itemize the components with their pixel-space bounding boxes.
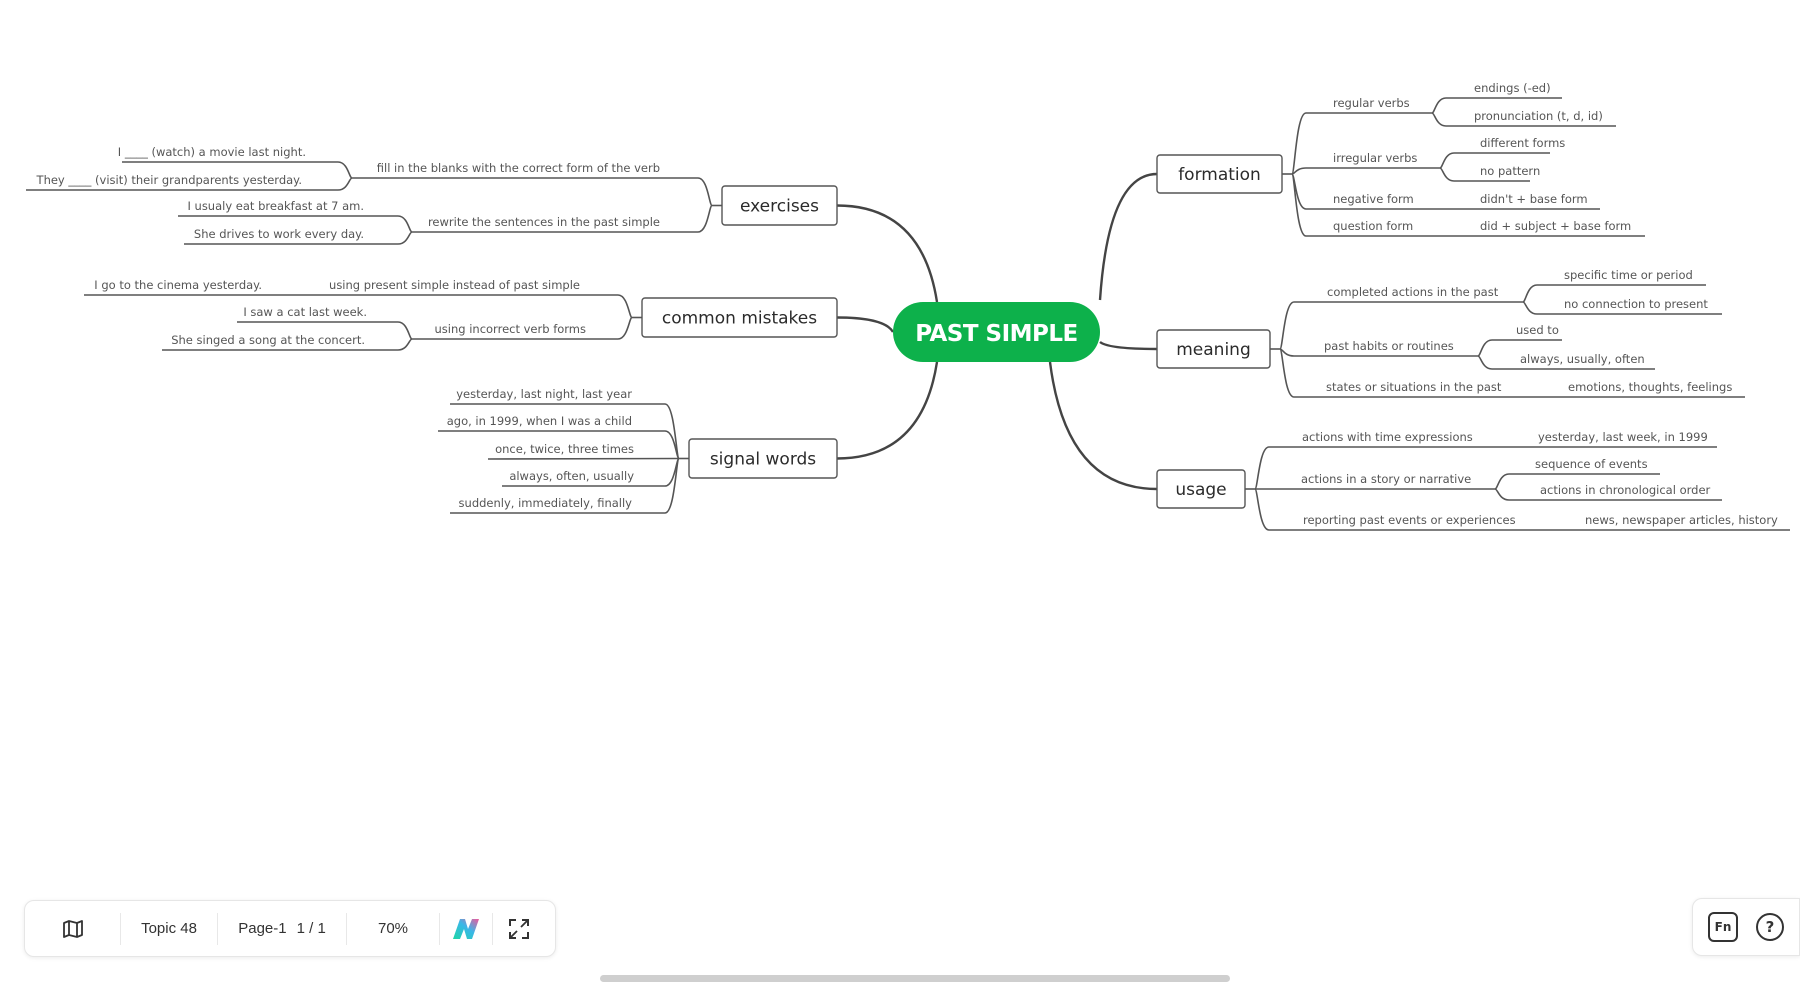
leaf-label: no pattern xyxy=(1480,164,1540,178)
zoom-level[interactable]: 70% xyxy=(347,901,439,956)
topic-usage[interactable]: usage xyxy=(1156,469,1246,509)
subtopic-label: irregular verbs xyxy=(1333,151,1417,165)
function-key-button[interactable]: Fn xyxy=(1708,912,1738,942)
main-branch-common-mistakes xyxy=(836,316,895,333)
leaf-label: yesterday, last week, in 1999 xyxy=(1538,430,1708,444)
help-button[interactable]: ? xyxy=(1756,913,1784,941)
subtopic-label: actions with time expressions xyxy=(1302,430,1473,444)
topic-common-mistakes[interactable]: common mistakes xyxy=(641,297,838,338)
subtopic-label: once, twice, three times xyxy=(495,442,634,456)
right-tools-panel: Fn ? xyxy=(1692,898,1800,956)
central-topic-label: PAST SIMPLE xyxy=(915,321,1078,347)
subtopic-label: reporting past events or experiences xyxy=(1303,513,1516,527)
nodes: formation regular verbs endings (-ed) pronu… xyxy=(36,81,1779,527)
subtopic-label: always, often, usually xyxy=(509,469,634,483)
topic-label: meaning xyxy=(1176,340,1251,360)
leaf-label: used to xyxy=(1516,323,1559,337)
topic-label: usage xyxy=(1175,480,1226,500)
subtopic-label: past habits or routines xyxy=(1324,339,1454,353)
leaf-label: I usualy eat breakfast at 7 am. xyxy=(187,199,364,213)
main-branch-exercises xyxy=(836,204,939,303)
subtopic-line xyxy=(352,177,713,207)
fullscreen-button[interactable] xyxy=(493,901,545,956)
topic-exercises[interactable]: exercises xyxy=(721,185,838,226)
page-label: Page-1 xyxy=(238,920,287,937)
subtopic-label: regular verbs xyxy=(1333,96,1410,110)
subtopic-line xyxy=(487,457,680,460)
subtopic-label: yesterday, last night, last year xyxy=(456,387,632,401)
leaf-label: different forms xyxy=(1480,136,1565,150)
main-branch-usage xyxy=(1048,361,1158,491)
central-topic[interactable]: PAST SIMPLE xyxy=(893,302,1100,362)
topic-label: common mistakes xyxy=(662,309,817,329)
topic-label: exercises xyxy=(740,197,819,217)
function-key-icon: Fn xyxy=(1714,920,1732,934)
subtopic-label: fill in the blanks with the correct form… xyxy=(377,161,660,175)
leaf-label: I go to the cinema yesterday. xyxy=(94,278,262,292)
fullscreen-icon xyxy=(509,918,529,939)
mind-map-canvas[interactable]: formation regular verbs endings (-ed) pronu… xyxy=(0,0,1800,985)
leaf-label: She singed a song at the concert. xyxy=(171,333,365,347)
leaf-label: didn't + base form xyxy=(1480,192,1588,206)
leaf-label: specific time or period xyxy=(1564,268,1693,282)
leaf-label: I saw a cat last week. xyxy=(243,305,367,319)
leaf-label: sequence of events xyxy=(1535,457,1648,471)
subtopic-label: using incorrect verb forms xyxy=(435,322,587,336)
leaf-label: endings (-ed) xyxy=(1474,81,1551,95)
topic-count: Topic 48 xyxy=(141,920,197,937)
subtopic-label: using present simple instead of past sim… xyxy=(329,278,580,292)
subtopic-label: rewrite the sentences in the past simple xyxy=(428,215,660,229)
topic-meaning[interactable]: meaning xyxy=(1156,329,1271,369)
app-logo-button[interactable] xyxy=(440,901,492,956)
leaf-label: pronunciation (t, d, id) xyxy=(1474,109,1603,123)
leaf-label: I ____ (watch) a movie last night. xyxy=(118,145,306,159)
leaf-label: She drives to work every day. xyxy=(194,227,364,241)
help-icon: ? xyxy=(1765,918,1775,936)
leaf-label: news, newspaper articles, history xyxy=(1585,513,1778,527)
topic-label: formation xyxy=(1178,165,1261,185)
subtopic-line xyxy=(1291,167,1440,175)
leaf-label: always, usually, often xyxy=(1520,352,1645,366)
subtopic-label: question form xyxy=(1333,219,1413,233)
subtopic-label: completed actions in the past xyxy=(1327,285,1499,299)
page-indicator[interactable]: Page-1 1 / 1 xyxy=(218,901,346,956)
subtopic-label: ago, in 1999, when I was a child xyxy=(447,414,632,428)
horizontal-scrollbar[interactable] xyxy=(600,975,1230,982)
app-logo-icon xyxy=(453,918,479,939)
main-branch-formation xyxy=(1098,172,1158,301)
subtopic-label: negative form xyxy=(1333,192,1414,206)
outline-map-button[interactable] xyxy=(25,901,120,956)
leaf-label: did + subject + base form xyxy=(1480,219,1631,233)
map-icon xyxy=(62,919,83,938)
main-branch-meaning xyxy=(1099,340,1158,351)
main-branch-signal-words xyxy=(836,361,939,460)
subtopic-label: suddenly, immediately, finally xyxy=(459,496,633,510)
leaf-label: actions in chronological order xyxy=(1540,483,1711,497)
subtopic-label: states or situations in the past xyxy=(1326,380,1502,394)
page-count: 1 / 1 xyxy=(296,920,326,937)
subtopic-label: actions in a story or narrative xyxy=(1301,472,1471,486)
leaf-label: emotions, thoughts, feelings xyxy=(1568,380,1732,394)
topic-signal-words[interactable]: signal words xyxy=(688,438,838,479)
leaf-label: no connection to present xyxy=(1564,297,1708,311)
topic-label: signal words xyxy=(710,450,816,470)
leaf-label: They ____ (visit) their grandparents yes… xyxy=(36,173,302,187)
bottom-toolbar: Topic 48 Page-1 1 / 1 70% xyxy=(24,900,556,957)
topic-formation[interactable]: formation xyxy=(1156,154,1283,194)
